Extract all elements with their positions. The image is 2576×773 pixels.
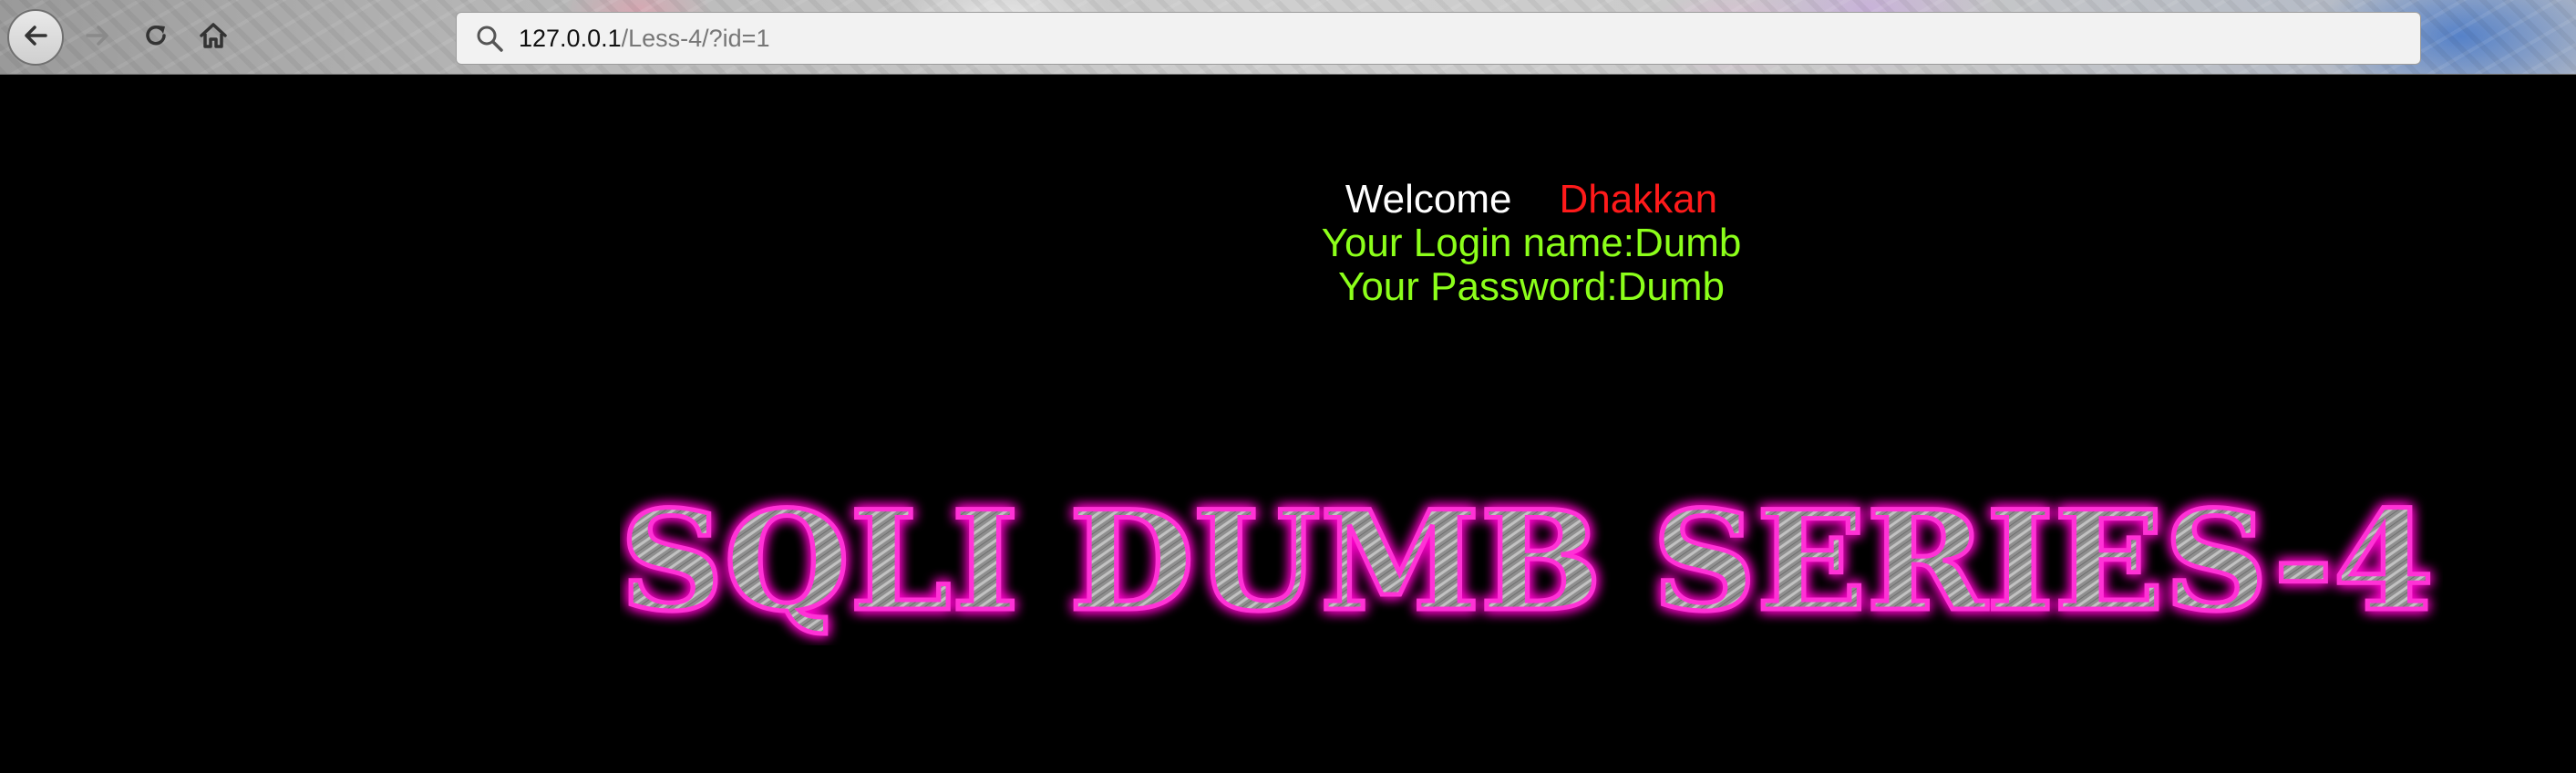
search-icon: [473, 22, 506, 55]
welcome-block: Welcome Dhakkan Your Login name:Dumb Your…: [1076, 178, 1987, 309]
home-button[interactable]: [185, 9, 242, 66]
forward-arrow-icon: [82, 20, 113, 56]
welcome-line: Welcome Dhakkan: [1076, 178, 1987, 222]
banner-title: SQLI DUMB SERIES-4: [620, 490, 2434, 642]
home-icon: [198, 20, 229, 56]
url-path: /Less-4/?id=1: [621, 24, 770, 52]
password-line: Your Password:Dumb: [1338, 264, 1725, 309]
page-content: Welcome Dhakkan Your Login name:Dumb Your…: [0, 76, 2576, 773]
back-button[interactable]: [7, 9, 64, 66]
url-host: 127.0.0.1: [519, 24, 622, 52]
user-name: Dhakkan: [1559, 177, 1718, 222]
login-name-line: Your Login name:Dumb: [1321, 221, 1742, 265]
reload-icon: [140, 20, 171, 56]
browser-toolbar: 127.0.0.1/Less-4/?id=1: [0, 0, 2576, 75]
reload-button[interactable]: [128, 9, 184, 66]
series-banner: SQLI DUMB SERIES-4: [618, 479, 2443, 645]
address-bar[interactable]: 127.0.0.1/Less-4/?id=1: [456, 12, 2421, 65]
forward-button[interactable]: [69, 9, 126, 66]
url-text[interactable]: 127.0.0.1/Less-4/?id=1: [519, 25, 769, 53]
back-arrow-icon: [20, 20, 51, 56]
welcome-label: Welcome: [1345, 177, 1512, 222]
